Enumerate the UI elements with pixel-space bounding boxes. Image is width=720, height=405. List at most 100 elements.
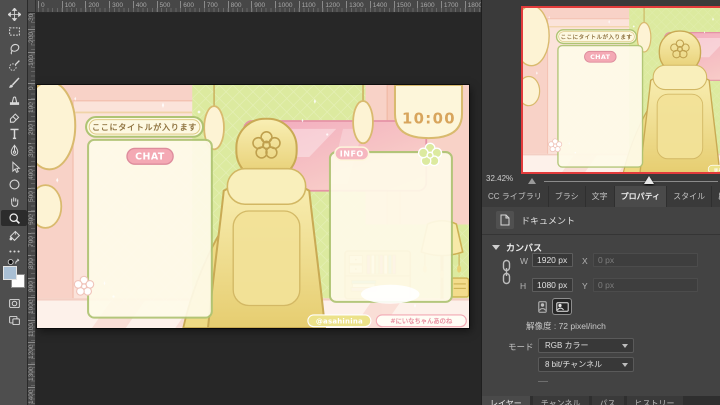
ruler-label: 1400 — [369, 1, 387, 12]
ruler-label: 700 — [203, 1, 218, 12]
width-field[interactable]: 1920 px — [532, 253, 573, 267]
ruler-label: 1700 — [440, 1, 458, 12]
canvas-artwork — [37, 85, 469, 328]
ruler-label: 600 — [28, 210, 35, 225]
bit-depth-value: 8 bit/チャンネル — [545, 360, 603, 369]
hand-icon — [10, 196, 18, 207]
y-label: Y — [582, 281, 588, 291]
gradient-tool-button[interactable] — [1, 227, 27, 243]
height-label: H — [520, 281, 527, 291]
tab-paths[interactable]: パス — [591, 396, 624, 405]
tab-paragraph[interactable]: 段落 — [712, 186, 720, 207]
panel-tab-bar: CC ライブラリ ブラシ 文字 プロパティ スタイル 段落 スウォ — [482, 186, 720, 207]
color-mode-value: RGB カラー — [545, 341, 589, 350]
ruler-label: 700 — [28, 233, 35, 247]
navigator-zoom-value[interactable]: 32.42% — [486, 174, 513, 183]
tab-layers[interactable]: レイヤー — [482, 396, 530, 405]
ruler-label: 900 — [28, 277, 35, 292]
width-label: W — [520, 256, 529, 266]
ruler-label: 500 — [28, 188, 35, 203]
x-label: X — [582, 256, 588, 266]
navigator-zoom-slider[interactable] — [544, 181, 718, 182]
tab-channels[interactable]: チャンネル — [532, 396, 589, 405]
tab-styles[interactable]: スタイル — [667, 186, 712, 207]
eraser-icon — [9, 112, 19, 123]
zoom-tool-button[interactable] — [1, 210, 27, 226]
color-mode-dropdown[interactable]: RGB カラー — [538, 338, 634, 353]
ellipse-shape-icon — [8, 178, 20, 190]
orientation-portrait-button[interactable] — [535, 299, 550, 314]
quick-selection-tool-button[interactable] — [1, 57, 27, 73]
navigator-zoom-slider-thumb[interactable] — [644, 176, 654, 184]
screen-mode-button[interactable] — [1, 312, 27, 328]
tab-history[interactable]: ヒストリー — [626, 396, 683, 405]
hand-tool-button[interactable] — [1, 193, 27, 209]
properties-context-label: ドキュメント — [521, 215, 576, 226]
ruler-label: 400 — [28, 165, 35, 180]
ruler-label: 1800 — [464, 1, 481, 12]
pasteboard[interactable] — [36, 13, 481, 405]
height-field[interactable]: 1080 px — [532, 278, 573, 292]
move-icon — [7, 7, 21, 21]
ruler-label: 0 — [38, 1, 45, 12]
screen-mode-icon — [8, 315, 20, 325]
brush-tool-button[interactable] — [1, 74, 27, 90]
properties-panel: ドキュメント カンバス W 1920 px X 0 px H 1080 px Y… — [482, 207, 720, 396]
chevron-down-icon — [492, 245, 500, 250]
portrait-icon — [538, 300, 547, 313]
tab-brushes[interactable]: ブラシ — [548, 186, 585, 207]
lasso-icon — [10, 43, 19, 55]
ruler-label: 1600 — [417, 1, 435, 12]
foreground-color-swatch[interactable] — [3, 266, 17, 280]
ruler-label: 300 — [28, 143, 35, 158]
lasso-tool-button[interactable] — [1, 40, 27, 56]
direct-selection-tool-button[interactable] — [1, 159, 27, 175]
ruler-label: 1500 — [393, 1, 411, 12]
ruler-label: 200 — [85, 1, 99, 12]
ruler-label: 800 — [227, 1, 241, 12]
ruler-label: 0 — [28, 83, 35, 91]
pen-tool-button[interactable] — [1, 142, 27, 158]
tab-cc-libraries[interactable]: CC ライブラリ — [482, 186, 548, 207]
y-field[interactable]: 0 px — [593, 278, 698, 292]
clone-stamp-tool-button[interactable] — [1, 91, 27, 107]
vertical-ruler: -300 -200 -100 0 100 200 300 400 500 600 700 800 900… — [28, 13, 36, 405]
document-canvas[interactable] — [37, 85, 469, 328]
type-tool-button[interactable] — [1, 125, 27, 141]
ruler-label: 100 — [61, 1, 76, 12]
link-dimensions-icon[interactable] — [501, 259, 512, 290]
ruler-label: 600 — [180, 1, 194, 12]
type-icon — [9, 128, 19, 139]
move-tool-button[interactable] — [1, 6, 27, 22]
ruler-label: 900 — [251, 1, 265, 12]
navigator-proxy-view[interactable] — [521, 6, 720, 174]
ruler-label: 1100 — [298, 1, 316, 12]
ruler-origin-corner[interactable] — [28, 0, 36, 13]
ruler-label: 1000 — [28, 296, 35, 315]
horizontal-ruler: 0 100 200 300 400 500 600 700 800 900 1000 1100 1200… — [36, 0, 481, 13]
ruler-label: -100 — [28, 51, 35, 68]
quick-mask-icon — [8, 298, 20, 308]
quick-mask-button[interactable] — [1, 295, 27, 311]
divider — [482, 234, 720, 235]
zoom-out-icon[interactable] — [528, 178, 536, 184]
zoom-icon — [8, 212, 20, 224]
x-field[interactable]: 0 px — [593, 253, 698, 267]
tab-character[interactable]: 文字 — [585, 186, 614, 207]
pen-icon — [10, 143, 18, 156]
ruler-label: 400 — [132, 1, 147, 12]
document-icon — [496, 211, 514, 229]
resolution-text: 解像度 : 72 pixel/inch — [526, 321, 606, 331]
eraser-tool-button[interactable] — [1, 108, 27, 124]
bit-depth-dropdown[interactable]: 8 bit/チャンネル — [538, 357, 634, 372]
tools-panel — [0, 0, 28, 405]
ruler-label: 500 — [156, 1, 170, 12]
shape-tool-button[interactable] — [1, 176, 27, 192]
ruler-label: 200 — [28, 121, 35, 135]
orientation-landscape-button[interactable] — [553, 299, 571, 314]
rectangular-marquee-icon — [8, 26, 20, 36]
landscape-icon — [555, 301, 569, 312]
selection-arrow-icon — [11, 160, 21, 173]
marquee-tool-button[interactable] — [1, 23, 27, 39]
tab-properties[interactable]: プロパティ — [614, 186, 667, 207]
